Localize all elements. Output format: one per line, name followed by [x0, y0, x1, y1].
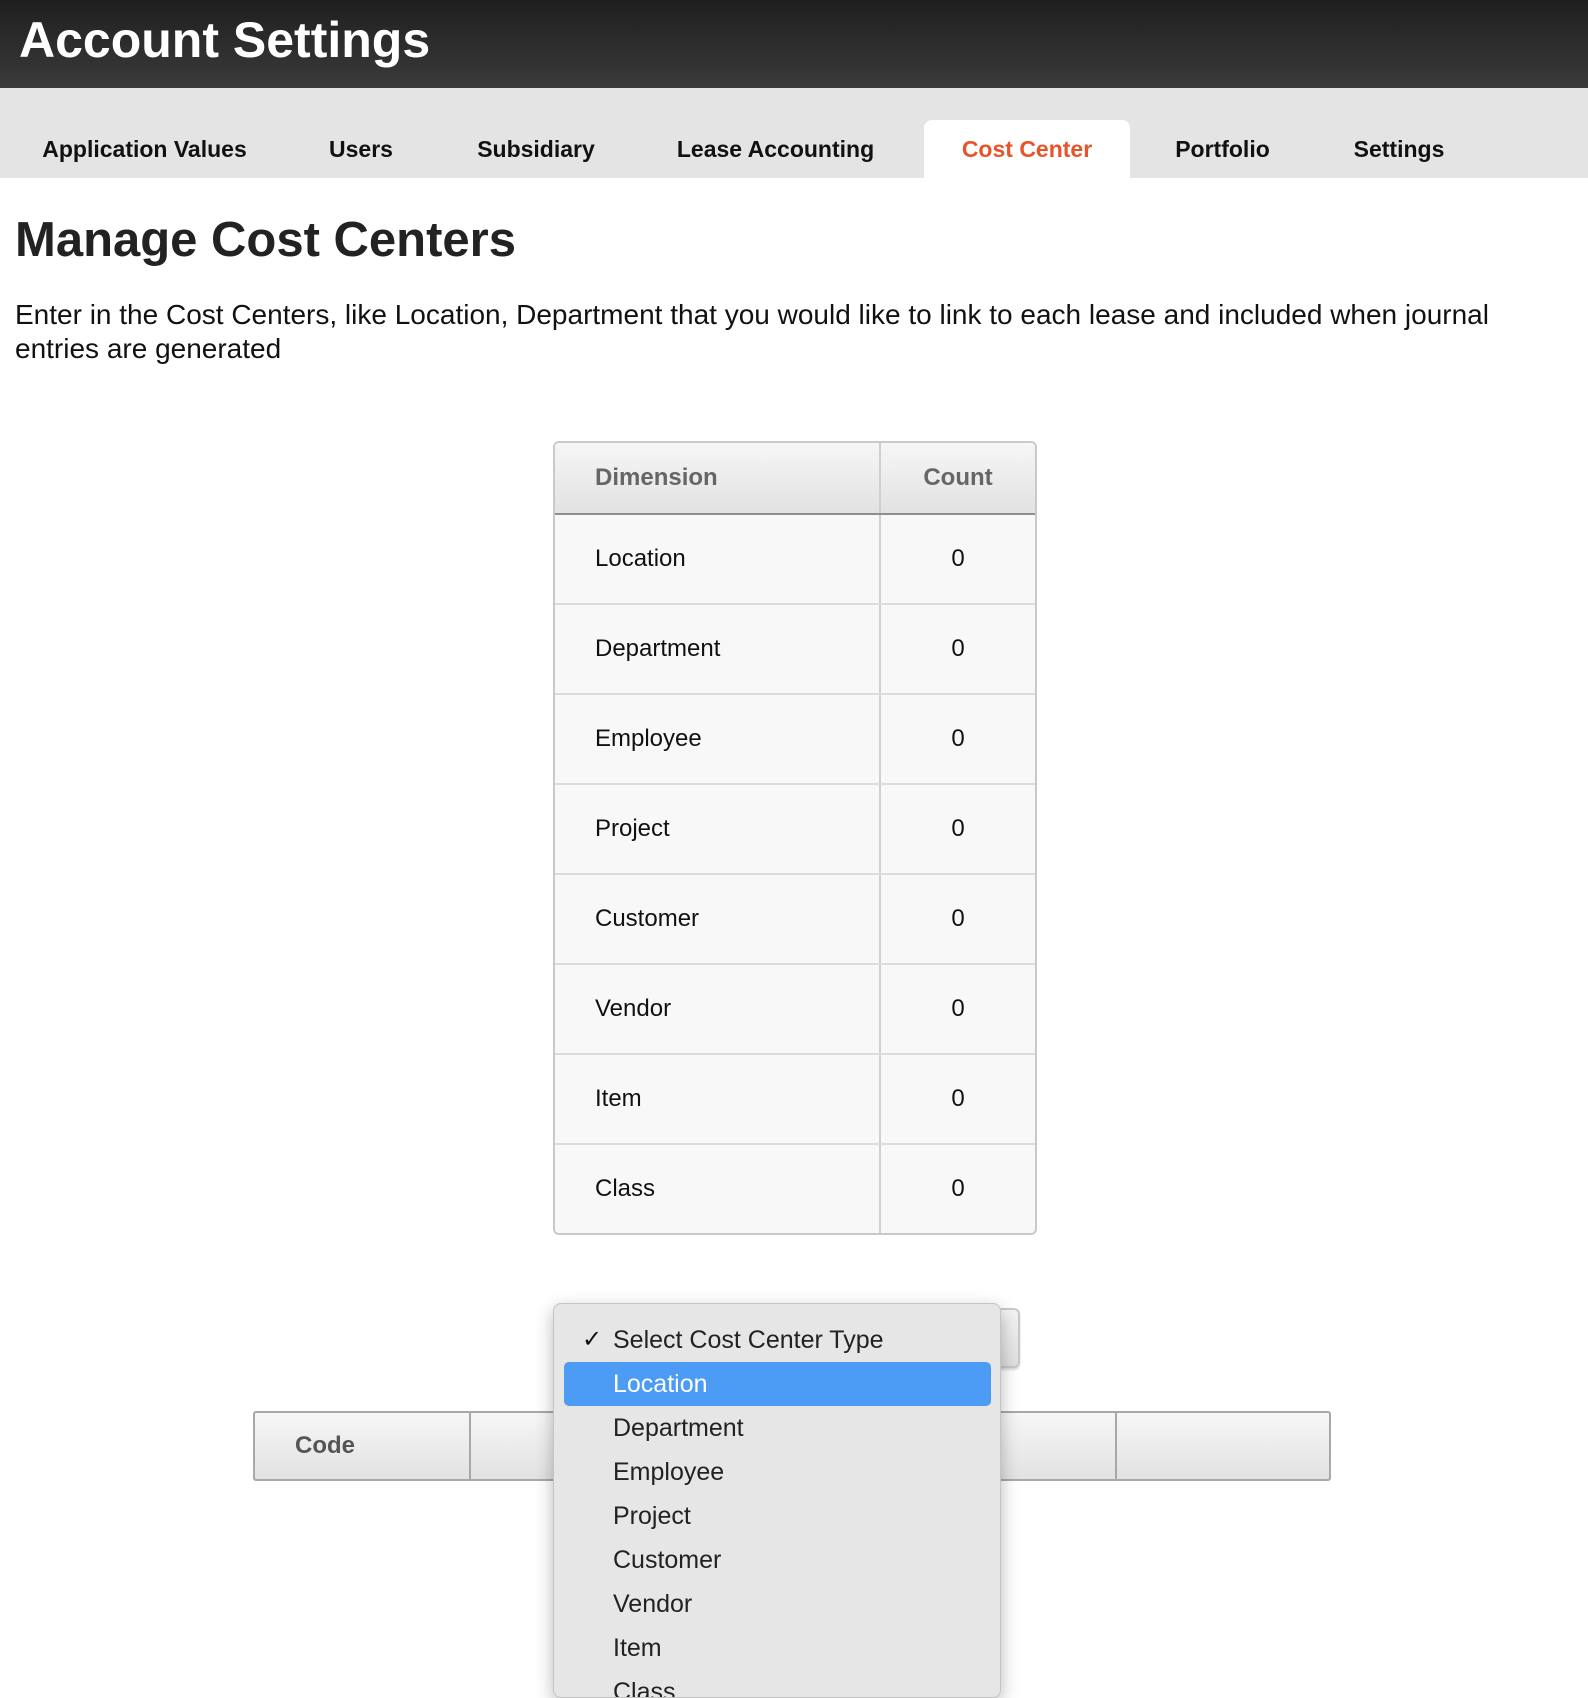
- table-row[interactable]: Item 0: [555, 1055, 1035, 1145]
- count-cell: 0: [951, 1085, 965, 1112]
- table-row[interactable]: Class 0: [555, 1145, 1035, 1233]
- dimension-cell: Customer: [555, 875, 881, 963]
- column-header-dimension[interactable]: Dimension: [595, 464, 718, 492]
- dropdown-option-item[interactable]: Item: [564, 1626, 991, 1670]
- column-header-count[interactable]: Count: [923, 464, 992, 492]
- dropdown-option-select-cost-center-type[interactable]: ✓ Select Cost Center Type: [564, 1318, 991, 1362]
- column-header-4[interactable]: [1117, 1413, 1329, 1479]
- dropdown-option-class[interactable]: Class: [564, 1670, 991, 1697]
- table-row[interactable]: Customer 0: [555, 875, 1035, 965]
- tab-users[interactable]: Users: [300, 120, 422, 178]
- count-cell: 0: [951, 815, 965, 842]
- dropdown-option-vendor[interactable]: Vendor: [564, 1582, 991, 1626]
- table-row[interactable]: Location 0: [555, 515, 1035, 605]
- dropdown-option-location[interactable]: Location: [564, 1362, 991, 1406]
- tab-application-values[interactable]: Application Values: [22, 120, 267, 178]
- dimension-cell: Class: [555, 1145, 881, 1233]
- dimension-cell: Department: [555, 605, 881, 693]
- tab-subsidiary[interactable]: Subsidiary: [452, 120, 620, 178]
- cost-center-type-dropdown-menu: ✓ Select Cost Center Type Location Depar…: [553, 1303, 1001, 1698]
- dropdown-option-customer[interactable]: Customer: [564, 1538, 991, 1582]
- dimension-count-table: Dimension Count Location 0 Department 0 …: [553, 441, 1037, 1235]
- table-row[interactable]: Vendor 0: [555, 965, 1035, 1055]
- dropdown-option-employee[interactable]: Employee: [564, 1450, 991, 1494]
- page-description: Enter in the Cost Centers, like Location…: [15, 299, 1489, 364]
- tab-portfolio[interactable]: Portfolio: [1150, 120, 1295, 178]
- dimension-cell: Item: [555, 1055, 881, 1143]
- app-header: Account Settings: [0, 0, 1588, 88]
- checkmark-icon: ✓: [582, 1326, 603, 1353]
- count-cell: 0: [951, 1175, 965, 1202]
- count-cell: 0: [951, 725, 965, 752]
- dimension-cell: Location: [555, 515, 881, 603]
- table-row[interactable]: Project 0: [555, 785, 1035, 875]
- page-title: Manage Cost Centers: [15, 213, 517, 267]
- tab-cost-center[interactable]: Cost Center: [924, 120, 1130, 178]
- column-header-code[interactable]: Code: [255, 1413, 471, 1479]
- table-header: Dimension Count: [555, 443, 1035, 515]
- dimension-cell: Project: [555, 785, 881, 873]
- settings-tab-bar: Application Values Users Subsidiary Leas…: [0, 88, 1588, 178]
- count-cell: 0: [951, 995, 965, 1022]
- count-cell: 0: [951, 545, 965, 572]
- count-cell: 0: [951, 635, 965, 662]
- table-row[interactable]: Department 0: [555, 605, 1035, 695]
- app-title: Account Settings: [19, 12, 431, 68]
- table-row[interactable]: Employee 0: [555, 695, 1035, 785]
- dropdown-option-project[interactable]: Project: [564, 1494, 991, 1538]
- dimension-cell: Vendor: [555, 965, 881, 1053]
- count-cell: 0: [951, 905, 965, 932]
- dropdown-option-department[interactable]: Department: [564, 1406, 991, 1450]
- tab-settings[interactable]: Settings: [1330, 120, 1468, 178]
- dimension-cell: Employee: [555, 695, 881, 783]
- tab-lease-accounting[interactable]: Lease Accounting: [654, 120, 897, 178]
- column-header-code-label: Code: [295, 1432, 355, 1459]
